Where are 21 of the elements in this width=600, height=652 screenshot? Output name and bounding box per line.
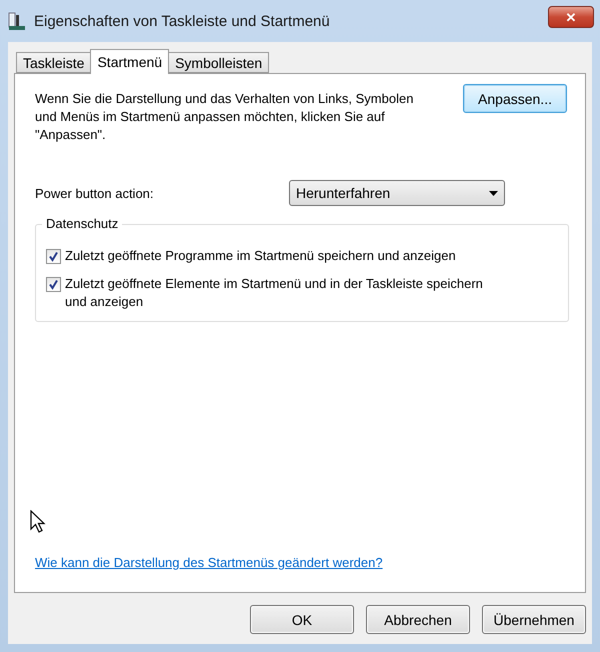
description-text: Wenn Sie die Darstellung und das Verhalten von Links, Symbolen und Menüs im Startmenü anpassen möchten, klicken Sie auf "Anpassen". [35, 90, 414, 144]
tab[interactable]: Symbolleisten [168, 52, 270, 73]
close-button[interactable]: ✕ [548, 6, 594, 28]
power-dropdown[interactable]: Herunterfahren [289, 180, 505, 206]
taskbar-icon [8, 11, 26, 31]
checkbox[interactable] [46, 277, 61, 292]
checkbox-label: Zuletzt geöffnete Elemente im Startmenü und in der Taskleiste speichern und anzeigen [65, 275, 484, 311]
dialog-button[interactable]: Abbrechen [366, 605, 470, 634]
window-title: Eigenschaften von Taskleiste und Startmenü [34, 12, 331, 30]
dialog-button[interactable]: OK [250, 605, 354, 634]
power-label: Power button action: [35, 186, 155, 200]
checkbox[interactable] [46, 249, 61, 264]
group-title: Datenschutz [42, 216, 122, 231]
dialog-button[interactable]: Übernehmen [482, 605, 586, 634]
checkbox-label: Zuletzt geöffnete Programme im Startmenü speichern und anzeigen [65, 247, 457, 265]
cursor-icon [30, 510, 46, 534]
customize-button[interactable]: Anpassen... [463, 84, 567, 113]
tab[interactable]: Taskleiste [16, 52, 92, 73]
tab[interactable]: Startmenü [90, 49, 170, 74]
dropdown-arrow-icon [489, 190, 498, 196]
help-link[interactable]: Wie kann die Darstellung des Startmenüs geändert werden? [35, 555, 383, 570]
